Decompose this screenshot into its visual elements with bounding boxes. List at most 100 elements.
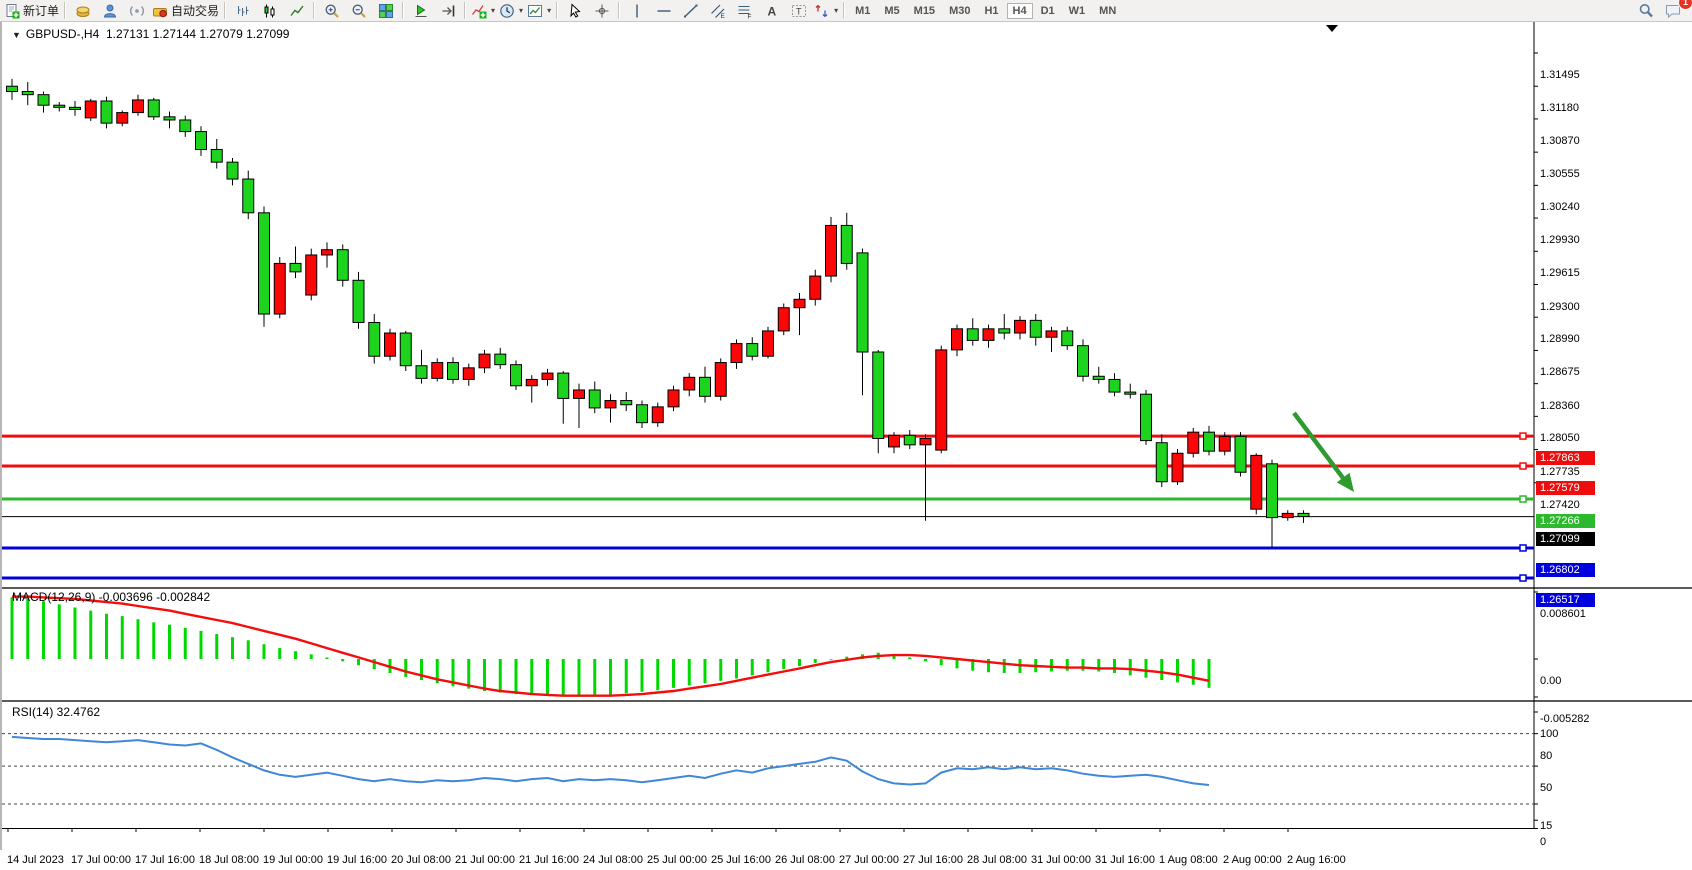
timeframe-h4-button[interactable]: H4: [1007, 3, 1033, 19]
price-axis[interactable]: [1535, 22, 1692, 828]
new-order-button-label: 新订单: [23, 2, 59, 19]
toolbar-separator: [618, 2, 620, 19]
toolbar-right-group: 1: [1632, 1, 1686, 21]
svg-text:T: T: [796, 6, 802, 16]
line-chart-button[interactable]: [283, 1, 310, 21]
periods-icon: [499, 3, 515, 19]
tile-windows-button[interactable]: [372, 1, 399, 21]
chart-canvas[interactable]: [2, 22, 1692, 850]
toolbar-separator: [313, 2, 315, 19]
ohlc-values: 1.27131 1.27144 1.27079 1.27099: [106, 27, 290, 41]
line-handle[interactable]: [1520, 496, 1526, 502]
rsi-indicator-label: RSI(14) 32.4762: [12, 705, 100, 719]
chevron-down-icon: ▾: [834, 6, 838, 15]
candlestick-series: [7, 79, 1310, 548]
timeframe-m5-button[interactable]: M5: [878, 3, 905, 19]
navigator-button[interactable]: [123, 1, 150, 21]
chart-shift-button[interactable]: [434, 1, 461, 21]
candlestick-chart-icon: [262, 3, 278, 19]
text-label-button[interactable]: T: [785, 1, 812, 21]
market-watch-button[interactable]: [69, 1, 96, 21]
timeframe-d1-button[interactable]: D1: [1035, 3, 1061, 19]
line-chart-icon: [289, 3, 305, 19]
periods-button[interactable]: ▾: [497, 1, 525, 21]
new-order-icon: [4, 3, 20, 19]
search-button[interactable]: [1632, 1, 1659, 21]
autotrade-icon: [152, 3, 168, 19]
trendline-icon: [683, 3, 699, 19]
chart-symbol-header[interactable]: ▼ GBPUSD-,H4 1.27131 1.27144 1.27079 1.27…: [12, 27, 289, 41]
timeframe-mn-button[interactable]: MN: [1093, 3, 1122, 19]
data-window-icon: [102, 3, 118, 19]
svg-text:E: E: [720, 13, 725, 19]
rsi-line: [12, 737, 1209, 785]
toolbar-separator: [402, 2, 404, 19]
channel-icon: E: [710, 3, 726, 19]
vertical-line-button[interactable]: [623, 1, 650, 21]
timeframe-m1-button[interactable]: M1: [849, 3, 876, 19]
auto-scroll-button[interactable]: [407, 1, 434, 21]
templates-button[interactable]: ▾: [525, 1, 553, 21]
chart-dropdown-icon[interactable]: ▼: [12, 30, 21, 40]
arrows-button[interactable]: ▾: [812, 1, 840, 21]
chevron-down-icon: ▾: [491, 6, 495, 15]
horizontal-line-icon: [656, 3, 672, 19]
toolbar-separator: [464, 2, 466, 19]
autotrade-button-label: 自动交易: [171, 2, 219, 19]
auto-scroll-icon: [413, 3, 429, 19]
horizontal-line-button[interactable]: [650, 1, 677, 21]
macd-histogram: [12, 597, 1209, 696]
chart-shift-marker: [1326, 25, 1338, 32]
zoom-out-button[interactable]: [345, 1, 372, 21]
arrows-icon: [814, 3, 830, 19]
cursor-button[interactable]: [561, 1, 588, 21]
timeframe-h1-button[interactable]: H1: [978, 3, 1004, 19]
indicators-button[interactable]: ▾: [469, 1, 497, 21]
chart-window: ▼ GBPUSD-,H4 1.27131 1.27144 1.27079 1.27…: [0, 22, 1692, 850]
notifications-button[interactable]: 1: [1659, 1, 1686, 21]
navigator-icon: [129, 3, 145, 19]
text-label-icon: T: [791, 3, 807, 19]
trendline-button[interactable]: [677, 1, 704, 21]
zoom-out-icon: [351, 3, 367, 19]
market-watch-icon: [75, 3, 91, 19]
timeframe-m15-button[interactable]: M15: [908, 3, 941, 19]
line-handle[interactable]: [1520, 545, 1526, 551]
rsi-axis-tick: 0: [1540, 836, 1546, 848]
arrow-annotation[interactable]: [1294, 413, 1354, 492]
zoom-in-icon: [324, 3, 340, 19]
svg-text:F: F: [747, 13, 751, 19]
tile-windows-icon: [378, 3, 394, 19]
toolbar-separator: [843, 2, 845, 19]
timeframe-w1-button[interactable]: W1: [1063, 3, 1092, 19]
symbol-period-label: GBPUSD-,H4: [26, 27, 99, 41]
timeframe-m30-button[interactable]: M30: [943, 3, 976, 19]
line-handle[interactable]: [1520, 463, 1526, 469]
line-handle[interactable]: [1520, 433, 1526, 439]
chevron-down-icon: ▾: [547, 6, 551, 15]
crosshair-button[interactable]: [588, 1, 615, 21]
autotrade-button[interactable]: 自动交易: [150, 1, 221, 21]
line-handle[interactable]: [1520, 575, 1526, 581]
data-window-button[interactable]: [96, 1, 123, 21]
channel-button[interactable]: E: [704, 1, 731, 21]
search-icon: [1638, 3, 1654, 19]
toolbar: 新订单 自动交易 ▾ ▾ ▾ E F A T ▾ M1M5M15M30H1H4D1W1MN 1: [0, 0, 1692, 22]
bar-chart-button[interactable]: [229, 1, 256, 21]
macd-indicator-label: MACD(12,26,9) -0.003696 -0.002842: [12, 590, 210, 604]
toolbar-separator: [556, 2, 558, 19]
notification-badge: 1: [1678, 0, 1692, 10]
zoom-in-button[interactable]: [318, 1, 345, 21]
candlestick-chart-button[interactable]: [256, 1, 283, 21]
toolbar-separator: [224, 2, 226, 19]
cursor-icon: [567, 3, 583, 19]
chevron-down-icon: ▾: [519, 6, 523, 15]
time-axis[interactable]: [2, 851, 1534, 870]
indicators-icon: [471, 3, 487, 19]
chart-shift-icon: [440, 3, 456, 19]
new-order-button[interactable]: 新订单: [2, 1, 61, 21]
text-button[interactable]: A: [758, 1, 785, 21]
fibonacci-icon: F: [737, 3, 753, 19]
bar-chart-icon: [235, 3, 251, 19]
fibonacci-button[interactable]: F: [731, 1, 758, 21]
